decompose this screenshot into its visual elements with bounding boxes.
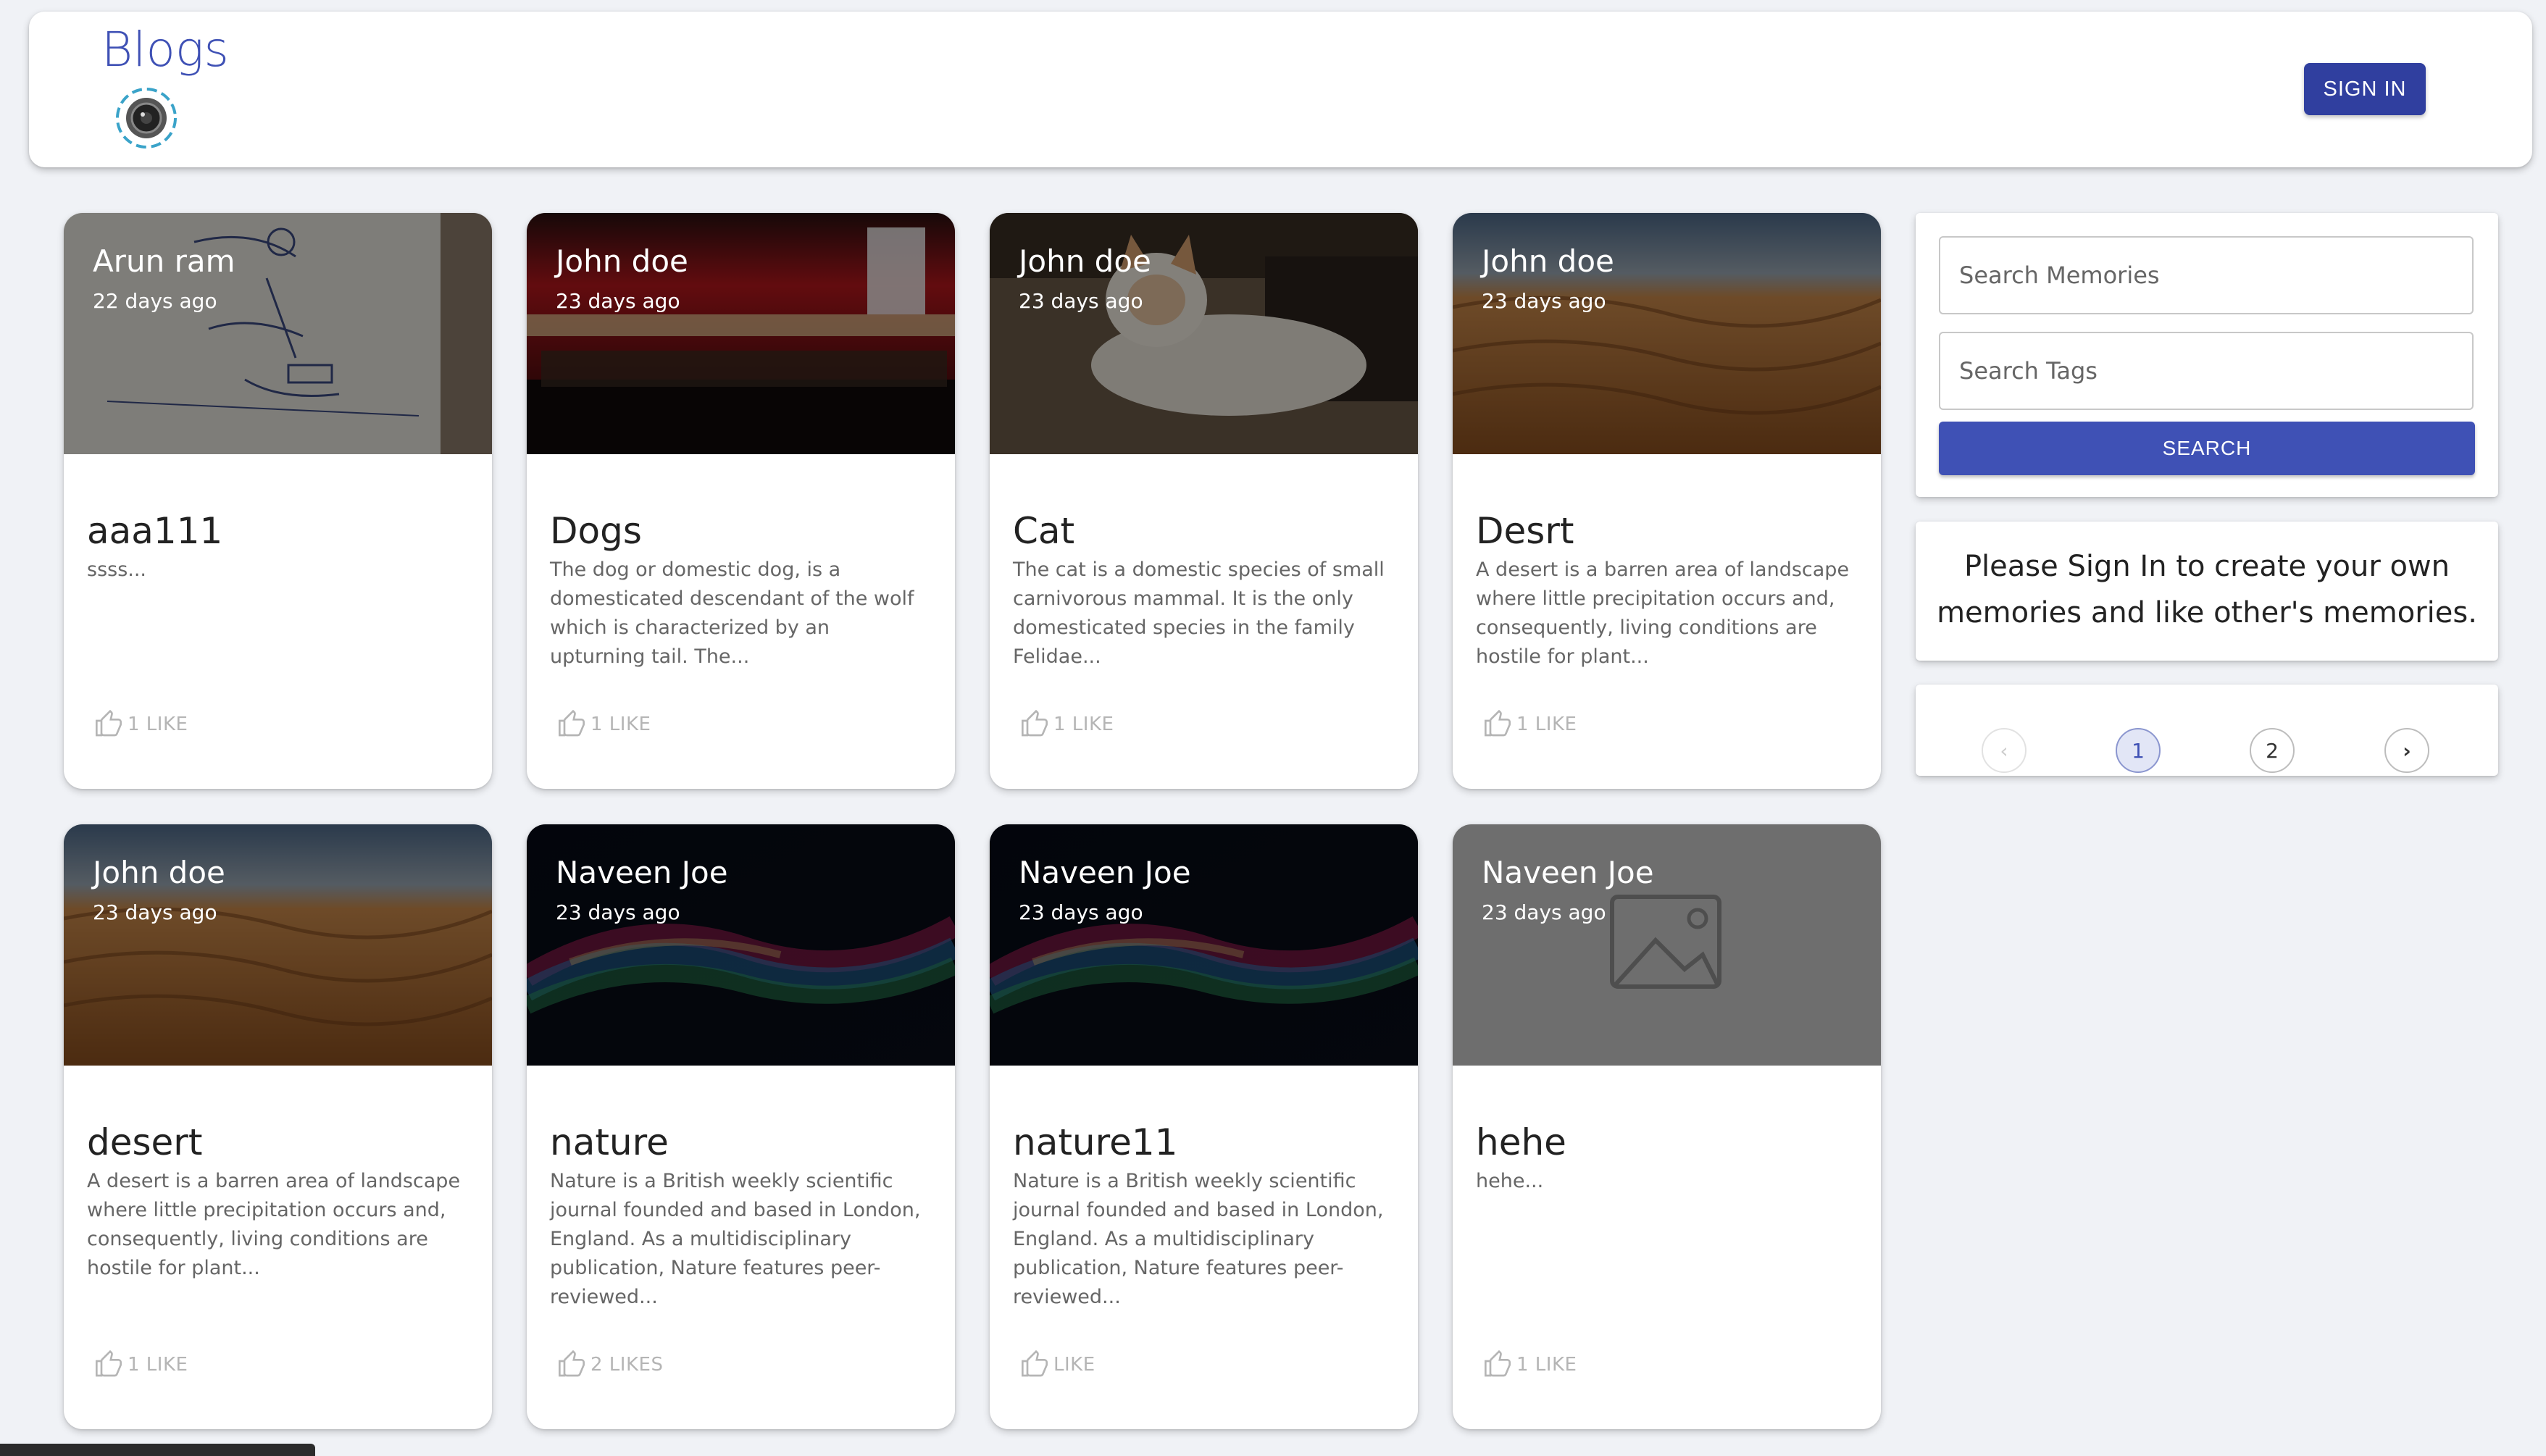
like-button[interactable]: 1 LIKE xyxy=(1020,710,1114,739)
post-author: John doe xyxy=(93,855,225,890)
post-meta: Naveen Joe 23 days ago xyxy=(556,855,728,924)
post-image: John doe 23 days ago xyxy=(990,213,1418,454)
thumb-up-icon xyxy=(1485,710,1511,737)
post-card[interactable]: John doe 23 days ago Cat The cat is a do… xyxy=(990,213,1418,789)
post-meta: John doe 23 days ago xyxy=(1482,243,1614,313)
post-card[interactable]: John doe 23 days ago Desrt A desert is a… xyxy=(1453,213,1881,789)
thumb-up-icon xyxy=(559,710,585,737)
thumb-up-icon xyxy=(1022,1350,1048,1377)
post-author: Arun ram xyxy=(93,243,235,279)
sign-in-message: Please Sign In to create your own memori… xyxy=(1937,550,2477,629)
like-count: 1 LIKE xyxy=(1516,714,1577,735)
brand-title[interactable]: Blogs xyxy=(101,22,229,78)
thumb-up-icon xyxy=(1485,1350,1511,1377)
thumb-up-icon xyxy=(96,710,122,737)
post-date: 23 days ago xyxy=(556,289,680,313)
search-tags-input[interactable] xyxy=(1939,332,2474,410)
post-meta: Arun ram 22 days ago xyxy=(93,243,235,313)
like-count: 1 LIKE xyxy=(590,714,651,735)
camera-lens-logo-icon xyxy=(116,88,177,148)
post-excerpt: The cat is a domestic species of small c… xyxy=(1013,558,1385,668)
post-meta: John doe 23 days ago xyxy=(93,855,225,924)
status-bar xyxy=(0,1444,315,1456)
post-title: aaa111 xyxy=(87,510,223,552)
app-bar: Blogs SIGN IN xyxy=(29,12,2532,167)
like-count: 1 LIKE xyxy=(128,1354,188,1376)
search-button[interactable]: SEARCH xyxy=(1939,422,2475,475)
like-button[interactable]: 2 LIKES xyxy=(557,1350,663,1379)
post-image: John doe 23 days ago xyxy=(64,824,492,1066)
post-date: 23 days ago xyxy=(1482,900,1606,924)
post-title: Cat xyxy=(1013,510,1075,552)
like-button[interactable]: LIKE xyxy=(1020,1350,1095,1379)
thumb-up-icon xyxy=(1022,710,1048,737)
sign-in-prompt-panel: Please Sign In to create your own memori… xyxy=(1916,522,2498,661)
post-card[interactable]: Naveen Joe 23 days ago nature Nature is … xyxy=(527,824,955,1429)
post-excerpt: ssss... xyxy=(87,558,147,581)
post-author: John doe xyxy=(1019,243,1151,279)
like-count: LIKE xyxy=(1053,1354,1095,1376)
post-excerpt: Nature is a British weekly scientific jo… xyxy=(550,1170,921,1308)
post-image: Naveen Joe 23 days ago xyxy=(1453,824,1881,1066)
post-excerpt: Nature is a British weekly scientific jo… xyxy=(1013,1170,1384,1308)
post-card[interactable]: Naveen Joe 23 days ago nature11 Nature i… xyxy=(990,824,1418,1429)
like-count: 1 LIKE xyxy=(128,714,188,735)
post-date: 23 days ago xyxy=(1019,900,1143,924)
post-title: nature xyxy=(550,1121,669,1163)
post-author: Naveen Joe xyxy=(1019,855,1191,890)
post-title: Desrt xyxy=(1476,510,1574,552)
like-button[interactable]: 1 LIKE xyxy=(557,710,651,739)
next-page-button[interactable]: › xyxy=(2384,728,2429,773)
post-image: John doe 23 days ago xyxy=(527,213,955,454)
post-card[interactable]: Arun ram 22 days ago aaa111 ssss... 1 LI… xyxy=(64,213,492,789)
like-count: 2 LIKES xyxy=(590,1354,664,1376)
like-button[interactable]: 1 LIKE xyxy=(1483,710,1577,739)
post-meta: Naveen Joe 23 days ago xyxy=(1019,855,1191,924)
post-date: 23 days ago xyxy=(556,900,680,924)
post-author: Naveen Joe xyxy=(1482,855,1654,890)
page-button-2[interactable]: 2 xyxy=(2250,728,2295,773)
chevron-left-icon: ‹ xyxy=(2000,738,2008,763)
post-date: 23 days ago xyxy=(1482,289,1606,313)
search-panel: SEARCH xyxy=(1916,213,2498,497)
post-meta: John doe 23 days ago xyxy=(1019,243,1151,313)
search-memories-input[interactable] xyxy=(1939,236,2474,314)
post-card[interactable]: John doe 23 days ago Dogs The dog or dom… xyxy=(527,213,955,789)
post-date: 23 days ago xyxy=(1019,289,1143,313)
post-meta: Naveen Joe 23 days ago xyxy=(1482,855,1654,924)
post-author: John doe xyxy=(556,243,688,279)
post-image: Naveen Joe 23 days ago xyxy=(527,824,955,1066)
post-title: nature11 xyxy=(1013,1121,1178,1163)
post-card[interactable]: Naveen Joe 23 days ago hehe hehe... 1 LI… xyxy=(1453,824,1881,1429)
post-excerpt: A desert is a barren area of landscape w… xyxy=(87,1170,461,1279)
post-title: desert xyxy=(87,1121,203,1163)
post-author: Naveen Joe xyxy=(556,855,728,890)
previous-page-button[interactable]: ‹ xyxy=(1982,728,2027,773)
post-card[interactable]: John doe 23 days ago desert A desert is … xyxy=(64,824,492,1429)
post-author: John doe xyxy=(1482,243,1614,279)
post-excerpt: A desert is a barren area of landscape w… xyxy=(1476,558,1850,668)
like-count: 1 LIKE xyxy=(1053,714,1114,735)
thumb-up-icon xyxy=(96,1350,122,1377)
post-image: Arun ram 22 days ago xyxy=(64,213,492,454)
like-button[interactable]: 1 LIKE xyxy=(94,1350,188,1379)
post-excerpt: The dog or domestic dog, is a domesticat… xyxy=(550,558,914,668)
post-date: 23 days ago xyxy=(93,900,217,924)
post-title: Dogs xyxy=(550,510,642,552)
thumb-up-icon xyxy=(559,1350,585,1377)
like-button[interactable]: 1 LIKE xyxy=(1483,1350,1577,1379)
chevron-right-icon: › xyxy=(2403,738,2411,763)
like-button[interactable]: 1 LIKE xyxy=(94,710,188,739)
post-title: hehe xyxy=(1476,1121,1566,1163)
post-image: Naveen Joe 23 days ago xyxy=(990,824,1418,1066)
pagination-panel: ‹ 1 2 › xyxy=(1916,685,2498,776)
post-excerpt: hehe... xyxy=(1476,1170,1544,1192)
sign-in-button[interactable]: SIGN IN xyxy=(2304,63,2426,115)
post-date: 22 days ago xyxy=(93,289,217,313)
page-button-1[interactable]: 1 xyxy=(2116,728,2161,773)
post-image: John doe 23 days ago xyxy=(1453,213,1881,454)
like-count: 1 LIKE xyxy=(1516,1354,1577,1376)
post-meta: John doe 23 days ago xyxy=(556,243,688,313)
